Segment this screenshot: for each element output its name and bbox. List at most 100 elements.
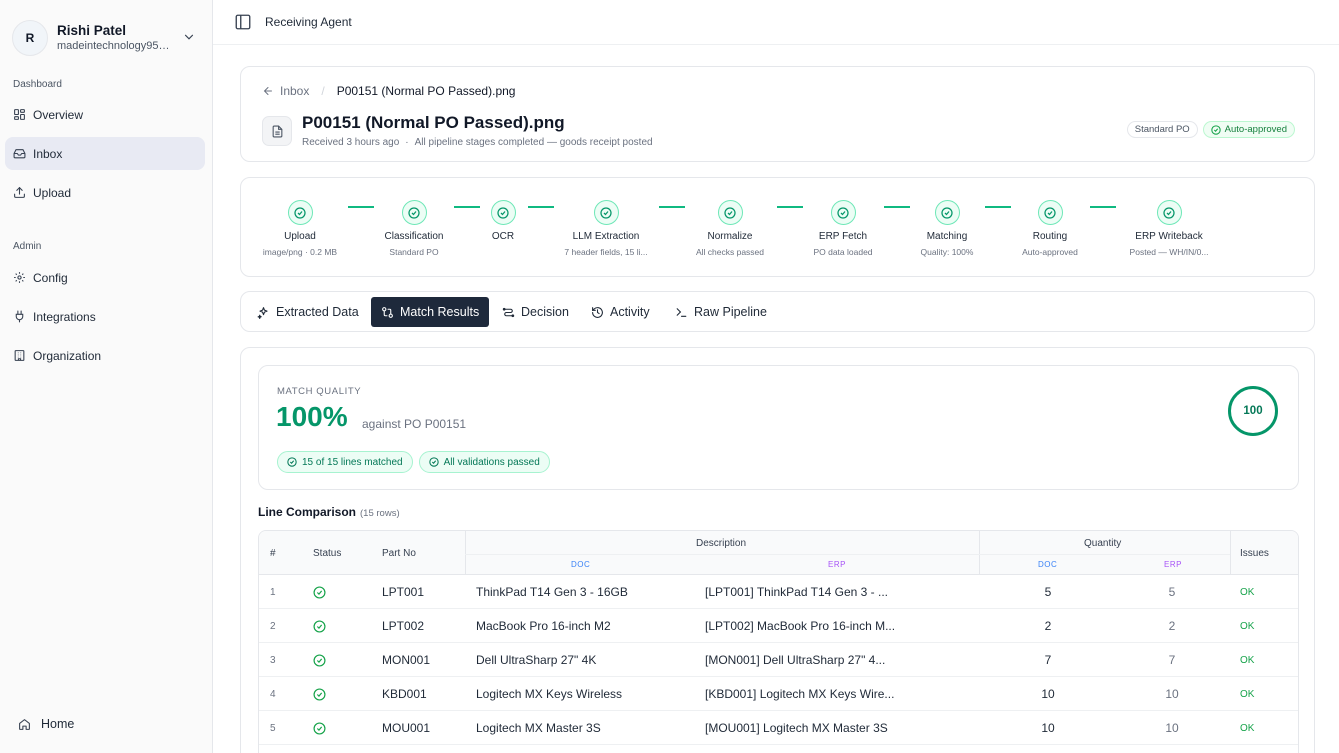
po-type-badge: Standard PO <box>1126 121 1198 138</box>
stage-detail: image/png · 0.2 MB <box>262 247 338 257</box>
header-divider <box>1230 531 1231 575</box>
validations-pill: All validations passed <box>418 451 550 473</box>
check-circle-icon <box>313 711 326 745</box>
stage-detail: Posted — WH/IN/0... <box>1129 247 1209 257</box>
sidebar-item-inbox[interactable]: Inbox <box>5 137 205 170</box>
back-link[interactable]: Inbox <box>262 84 309 98</box>
line-comparison-title: Line Comparison (15 rows) <box>258 505 400 519</box>
pipeline-stages: Upload image/png · 0.2 MB Classification… <box>240 177 1315 277</box>
stage-detail: PO data loaded <box>813 247 873 257</box>
sidebar-item-label: Inbox <box>33 146 63 161</box>
page-title: P00151 (Normal PO Passed).png <box>302 113 565 132</box>
line-comparison-heading: Line Comparison <box>258 505 357 519</box>
stage-llm-extraction[interactable]: LLM Extraction 7 header fields, 15 li... <box>546 200 666 257</box>
breadcrumb-separator: / <box>321 84 325 98</box>
nav-section-dashboard: Dashboard <box>13 79 62 90</box>
match-results-panel: MATCH QUALITY 100% against PO P00151 15 … <box>240 347 1315 753</box>
stage-normalize[interactable]: Normalize All checks passed <box>670 200 790 257</box>
tab-raw-pipeline[interactable]: Raw Pipeline <box>665 297 777 327</box>
table-header: # Status Part No Description Quantity Is… <box>259 531 1298 575</box>
stage-name: LLM Extraction <box>572 231 640 242</box>
part-number: MON001 <box>382 653 431 667</box>
table-row[interactable]: 1 LPT001 ThinkPad T14 Gen 3 - 16GB [LPT0… <box>259 575 1298 609</box>
check-circle-icon <box>313 643 326 677</box>
col-desc-erp: ERP <box>828 560 846 569</box>
erp-quantity: 10 <box>1165 721 1179 735</box>
pill-label: 15 of 15 lines matched <box>302 456 403 468</box>
erp-description: [LPT001] ThinkPad T14 Gen 3 - ... <box>705 585 888 599</box>
issue-status: OK <box>1240 586 1255 598</box>
row-index: 2 <box>270 620 276 632</box>
stage-name: Routing <box>1032 231 1068 242</box>
stage-upload[interactable]: Upload image/png · 0.2 MB <box>240 200 360 257</box>
doc-quantity: 10 <box>1041 721 1055 735</box>
inbox-icon <box>13 147 26 160</box>
tab-label: Extracted Data <box>276 305 359 319</box>
row-index: 5 <box>270 722 276 734</box>
sidebar-item-label: Home <box>41 717 75 731</box>
tab-label: Decision <box>521 305 569 319</box>
erp-quantity: 7 <box>1168 653 1176 667</box>
table-row[interactable]: 5 MOU001 Logitech MX Master 3S [MOU001] … <box>259 711 1298 745</box>
status-badge-label: Auto-approved <box>1224 124 1287 135</box>
tab-activity[interactable]: Activity <box>581 297 660 327</box>
sidebar-item-config[interactable]: Config <box>5 261 205 294</box>
table-row[interactable]: 2 LPT002 MacBook Pro 16-inch M2 [LPT002]… <box>259 609 1298 643</box>
sparkles-icon <box>257 306 268 319</box>
row-count: (15 rows) <box>360 508 400 519</box>
tab-bar: Extracted Data Match Results Decision Ac… <box>240 291 1315 332</box>
sidebar-item-label: Organization <box>33 348 102 363</box>
file-meta: Received 3 hours ago · All pipeline stages… <box>302 137 653 148</box>
stage-erp-fetch[interactable]: ERP Fetch PO data loaded <box>783 200 903 257</box>
stage-name: Normalize <box>707 231 753 242</box>
sidebar: R Rishi Patel madeintechnology95@... Das… <box>0 0 213 753</box>
check-circle-icon <box>1210 124 1221 135</box>
tab-decision[interactable]: Decision <box>492 297 579 327</box>
col-qty-erp: ERP <box>1164 560 1182 569</box>
stage-matching[interactable]: Matching Quality: 100% <box>887 200 1007 257</box>
table-row[interactable]: 4 KBD001 Logitech MX Keys Wireless [KBD0… <box>259 677 1298 711</box>
stage-detail: Auto-approved <box>1022 247 1078 257</box>
status-badges: Standard PO Auto-approved <box>1126 121 1295 138</box>
lines-matched-pill: 15 of 15 lines matched <box>277 451 413 473</box>
erp-quantity: 2 <box>1168 619 1176 633</box>
sidebar-item-organization[interactable]: Organization <box>5 339 205 372</box>
gear-icon <box>13 271 26 284</box>
terminal-icon <box>676 307 687 317</box>
stage-name: OCR <box>491 231 515 242</box>
user-menu[interactable]: R Rishi Patel madeintechnology95@... <box>12 18 200 58</box>
check-circle-icon <box>287 200 313 225</box>
grid-icon <box>13 108 26 121</box>
sidebar-item-label: Upload <box>33 185 72 200</box>
doc-quantity: 5 <box>1044 585 1052 599</box>
issue-status: OK <box>1240 654 1255 666</box>
row-index: 3 <box>270 654 276 666</box>
check-circle-icon <box>717 200 743 225</box>
sidebar-item-home[interactable]: Home <box>18 717 74 731</box>
header-divider <box>465 531 466 575</box>
stage-routing[interactable]: Routing Auto-approved <box>990 200 1110 257</box>
chevron-down-icon[interactable] <box>182 30 196 44</box>
col-quantity: Quantity <box>1084 538 1122 549</box>
tab-match-results[interactable]: Match Results <box>371 297 490 327</box>
stage-erp-writeback[interactable]: ERP Writeback Posted — WH/IN/0... <box>1109 200 1229 257</box>
nav-section-admin: Admin <box>13 241 42 252</box>
match-pills: 15 of 15 lines matched All validations p… <box>277 451 550 473</box>
sidebar-item-overview[interactable]: Overview <box>5 98 205 131</box>
stage-detail: All checks passed <box>695 247 765 257</box>
sidebar-toggle-icon[interactable] <box>234 13 252 31</box>
sidebar-item-label: Config <box>33 270 68 285</box>
history-icon <box>592 306 603 318</box>
received-time: Received 3 hours ago <box>302 137 400 148</box>
issue-status: OK <box>1240 620 1255 632</box>
check-circle-icon <box>401 200 427 225</box>
tab-extracted-data[interactable]: Extracted Data <box>247 297 369 327</box>
document-header: Inbox / P00151 (Normal PO Passed).png P0… <box>240 66 1315 162</box>
sidebar-item-upload[interactable]: Upload <box>5 176 205 209</box>
top-bar: Receiving Agent <box>213 0 1339 45</box>
table-row[interactable]: 3 MON001 Dell UltraSharp 27" 4K [MON001]… <box>259 643 1298 677</box>
stage-ocr[interactable]: OCR <box>443 200 563 247</box>
sidebar-item-integrations[interactable]: Integrations <box>5 300 205 333</box>
erp-description: [KBD001] Logitech MX Keys Wire... <box>705 687 895 701</box>
doc-quantity: 7 <box>1044 653 1052 667</box>
